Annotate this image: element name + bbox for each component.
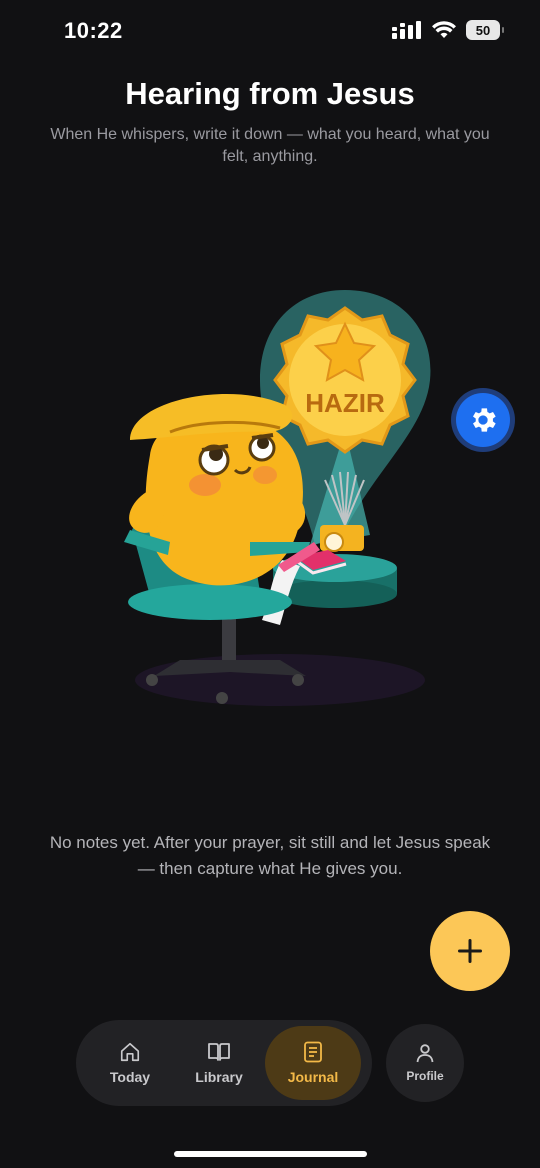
gear-icon — [473, 408, 496, 432]
settings-button[interactable] — [451, 388, 515, 452]
tab-profile-label: Profile — [406, 1069, 444, 1083]
book-icon — [208, 1043, 230, 1061]
battery-level: 50 — [475, 22, 491, 38]
status-time: 10:22 — [64, 18, 123, 43]
empty-state-message: No notes yet. After your prayer, sit sti… — [49, 833, 491, 878]
person-icon — [416, 1044, 434, 1063]
cellular-signal-icon — [392, 21, 421, 39]
status-bar: 10:22 50 — [0, 0, 540, 64]
home-indicator — [174, 1151, 367, 1157]
settings-button-inner — [456, 393, 510, 447]
page-subtitle: When He whispers, write it down — what y… — [50, 126, 490, 165]
home-icon — [120, 1042, 140, 1062]
wifi-icon — [432, 21, 456, 38]
plus-icon — [458, 939, 482, 963]
status-icons: 50 — [392, 20, 504, 40]
battery-icon: 50 — [466, 20, 504, 40]
mascot-illustration: HAZIR — [124, 290, 431, 706]
tab-profile[interactable]: Profile — [386, 1024, 464, 1102]
tab-today[interactable]: Today — [82, 1026, 178, 1100]
bottom-tab-bar: Today Library Journal — [76, 1020, 372, 1106]
page-title: Hearing from Jesus — [125, 76, 415, 111]
tab-library-label: Library — [195, 1069, 243, 1085]
document-icon — [304, 1041, 322, 1063]
tab-library[interactable]: Library — [171, 1026, 267, 1100]
tab-journal-label: Journal — [287, 1069, 339, 1085]
hazir-badge-text: HAZIR — [305, 388, 385, 418]
add-note-button[interactable] — [430, 911, 510, 991]
tab-journal[interactable]: Journal — [265, 1026, 361, 1100]
tab-today-label: Today — [109, 1069, 151, 1085]
